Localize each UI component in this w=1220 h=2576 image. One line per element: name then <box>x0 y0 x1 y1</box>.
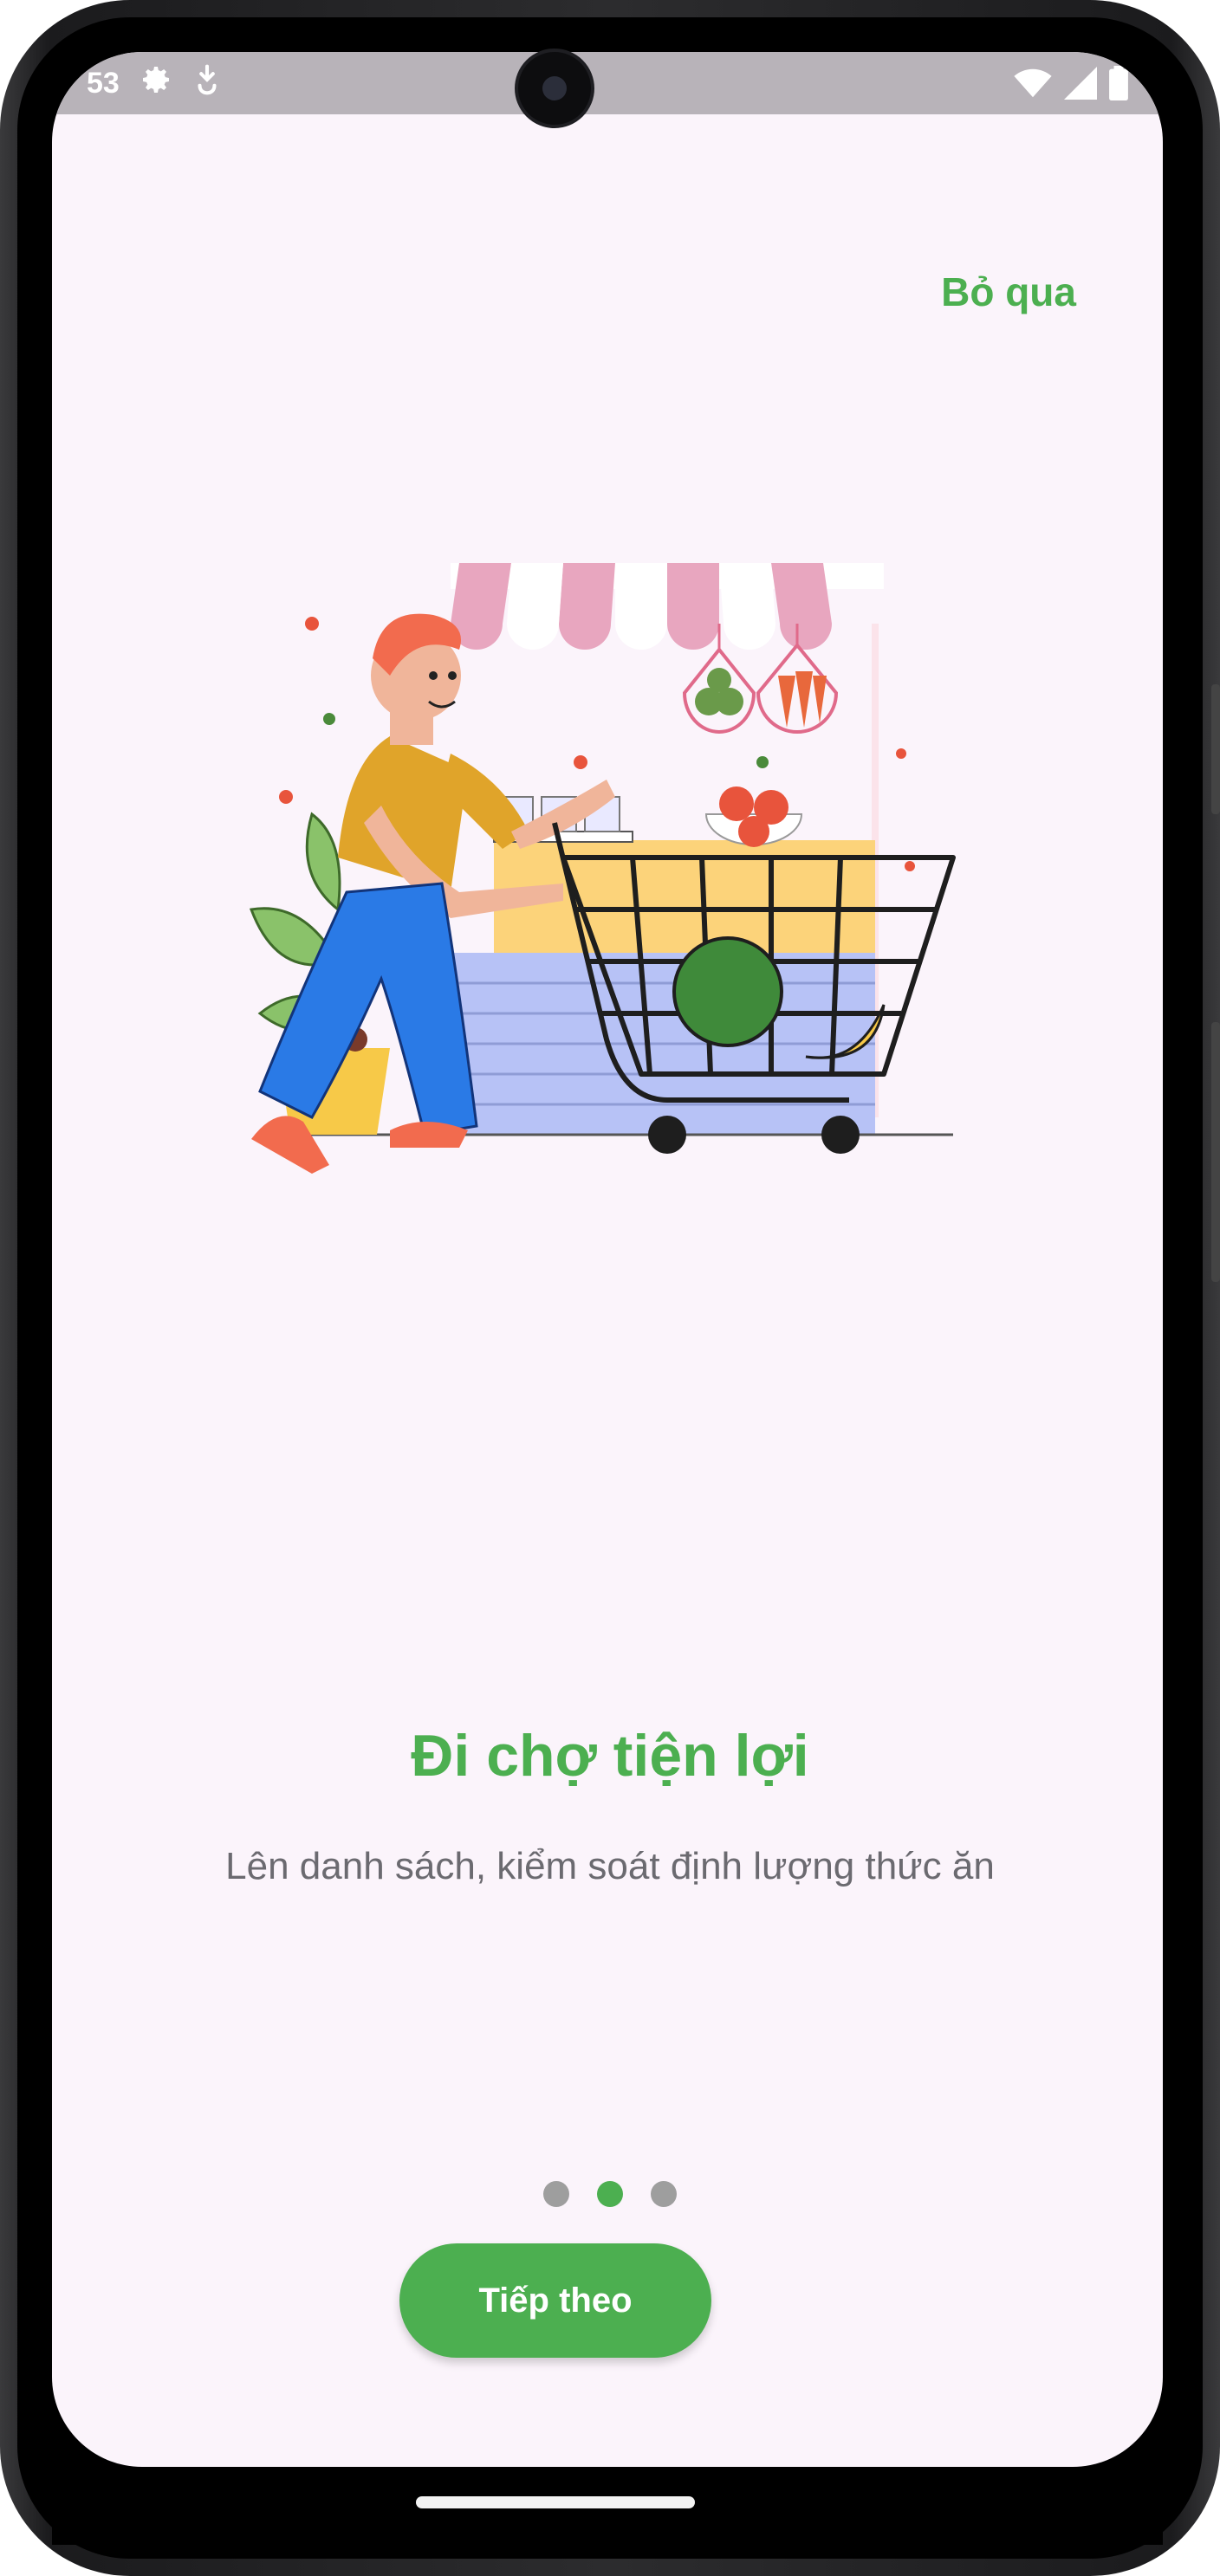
onboarding-title: Đi chợ tiện lợi <box>411 1723 809 1789</box>
settings-icon <box>139 62 173 105</box>
screen: 53 Bỏ qua <box>52 52 1163 2467</box>
skip-button[interactable]: Bỏ qua <box>941 269 1076 315</box>
next-button[interactable]: Tiếp theo <box>399 2243 711 2358</box>
battery-icon <box>1109 66 1128 105</box>
onboarding-subtitle: Lên danh sách, kiểm soát định lượng thức… <box>225 1845 995 1887</box>
shopping-illustration <box>234 494 962 1243</box>
cart-wheel <box>648 1116 686 1154</box>
home-indicator[interactable] <box>416 2496 695 2508</box>
status-time: 53 <box>87 67 120 100</box>
download-icon <box>192 63 222 104</box>
page-dot-2-active[interactable] <box>597 2181 623 2207</box>
watermelon <box>672 936 783 1047</box>
status-bar: 53 <box>52 52 1163 114</box>
power-button <box>1211 1022 1220 1282</box>
wifi-icon <box>1014 68 1052 103</box>
volume-button <box>1211 684 1220 814</box>
page-dot-1[interactable] <box>543 2181 569 2207</box>
cart-wheel <box>821 1116 860 1154</box>
signal-icon <box>1064 67 1097 104</box>
fruit-bowl <box>704 786 803 847</box>
front-camera <box>515 49 594 128</box>
page-indicator <box>0 2181 1220 2207</box>
page-dot-3[interactable] <box>651 2181 677 2207</box>
